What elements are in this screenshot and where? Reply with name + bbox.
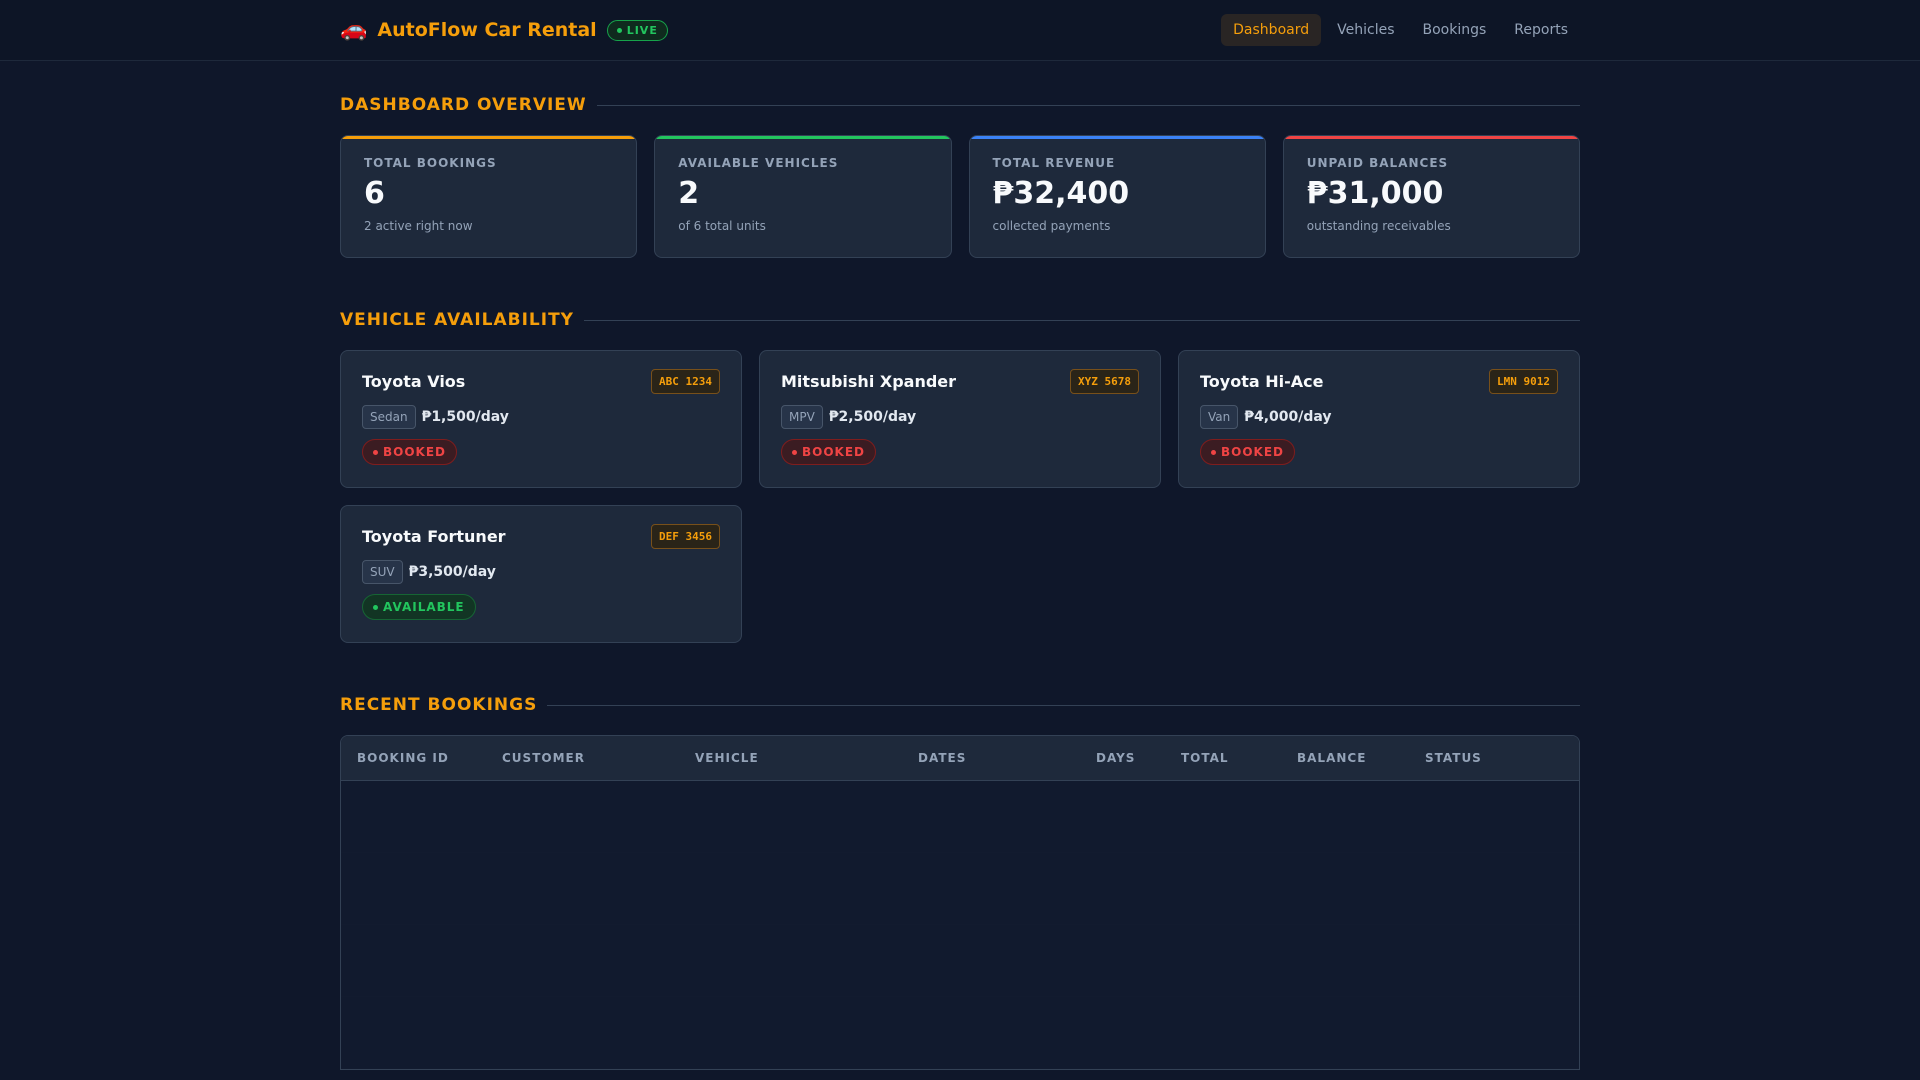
bookings-table: BOOKING ID CUSTOMER VEHICLE DATES DAYS T… [340, 735, 1580, 1070]
stat-value: 2 [678, 176, 700, 211]
status-label: BOOKED [802, 445, 866, 459]
table-row[interactable] [341, 997, 1579, 1069]
section-title: RECENT BOOKINGS [340, 695, 538, 715]
section-title: VEHICLE AVAILABILITY [340, 310, 574, 330]
nav-bookings[interactable]: Bookings [1411, 14, 1499, 46]
status-label: BOOKED [1221, 445, 1285, 459]
plate-badge: DEF 3456 [651, 524, 720, 549]
brand[interactable]: 🚗 AutoFlow Car Rental LIVE [340, 19, 668, 41]
plate-badge: ABC 1234 [651, 369, 720, 394]
stat-card-unpaid-balances: UNPAID BALANCES ₱31,000 outstanding rece… [1282, 135, 1580, 258]
status-badge: AVAILABLE [362, 594, 476, 620]
status-label: AVAILABLE [383, 600, 465, 614]
stat-subtext: of 6 total units [678, 219, 766, 233]
stat-card-total-bookings: TOTAL BOOKINGS 6 2 active right now [340, 135, 638, 258]
overview-section-header: DASHBOARD OVERVIEW [340, 95, 1580, 115]
car-icon: 🚗 [340, 17, 368, 42]
stat-subtext: outstanding receivables [1306, 219, 1451, 233]
section-divider [596, 104, 1580, 106]
live-badge: LIVE [606, 19, 668, 41]
live-dot-icon [616, 27, 622, 33]
vehicle-card-toyota-hi-ace[interactable]: Toyota Hi-Ace LMN 9012 Van ₱4,000/day BO… [1178, 350, 1580, 488]
status-badge: BOOKED [362, 439, 458, 465]
status-dot-icon [792, 449, 797, 455]
stat-subtext: 2 active right now [364, 219, 473, 233]
column-header-days[interactable]: DAYS [1080, 751, 1165, 765]
plate-badge: LMN 9012 [1489, 369, 1558, 394]
main-content: DASHBOARD OVERVIEW TOTAL BOOKINGS 6 2 ac… [340, 95, 1580, 1070]
stat-value: 6 [364, 176, 385, 211]
vehicle-type-tag: MPV [781, 405, 823, 429]
vehicle-price: ₱4,000/day [1244, 409, 1332, 425]
vehicle-grid: Toyota Vios ABC 1234 Sedan ₱1,500/day BO… [340, 350, 1580, 643]
table-row[interactable] [341, 925, 1579, 997]
stat-card-total-revenue: TOTAL REVENUE ₱32,400 collected payments [968, 135, 1266, 258]
vehicle-card-toyota-fortuner[interactable]: Toyota Fortuner DEF 3456 SUV ₱3,500/day … [340, 505, 742, 643]
status-badge: BOOKED [781, 439, 877, 465]
column-header-vehicle[interactable]: VEHICLE [679, 751, 902, 765]
vehicle-card-mitsubishi-xpander[interactable]: Mitsubishi Xpander XYZ 5678 MPV ₱2,500/d… [759, 350, 1161, 488]
column-header-total[interactable]: TOTAL [1165, 751, 1281, 765]
live-label: LIVE [626, 23, 658, 37]
vehicle-name: Toyota Fortuner [362, 527, 506, 546]
vehicle-price: ₱3,500/day [408, 564, 496, 580]
stat-value: ₱31,000 [1306, 176, 1444, 211]
nav-reports[interactable]: Reports [1502, 14, 1580, 46]
column-header-status[interactable]: STATUS [1409, 751, 1579, 765]
stat-label: TOTAL REVENUE [992, 156, 1116, 170]
section-title: DASHBOARD OVERVIEW [340, 95, 587, 115]
stats-grid: TOTAL BOOKINGS 6 2 active right now AVAI… [340, 135, 1580, 258]
column-header-balance[interactable]: BALANCE [1281, 751, 1409, 765]
section-divider [547, 704, 1580, 706]
column-header-dates[interactable]: DATES [902, 751, 1080, 765]
table-row[interactable] [341, 853, 1579, 925]
stat-label: UNPAID BALANCES [1306, 156, 1449, 170]
plate-badge: XYZ 5678 [1070, 369, 1139, 394]
table-header: BOOKING ID CUSTOMER VEHICLE DATES DAYS T… [341, 736, 1579, 781]
status-dot-icon [373, 449, 378, 455]
availability-section-header: VEHICLE AVAILABILITY [340, 310, 1580, 330]
stat-subtext: collected payments [992, 219, 1111, 233]
nav-vehicles[interactable]: Vehicles [1325, 14, 1406, 46]
table-row[interactable] [341, 781, 1579, 853]
vehicle-type-tag: Sedan [362, 405, 416, 429]
vehicle-name: Toyota Hi-Ace [1200, 372, 1324, 391]
status-label: BOOKED [383, 445, 447, 459]
vehicle-card-toyota-vios[interactable]: Toyota Vios ABC 1234 Sedan ₱1,500/day BO… [340, 350, 742, 488]
column-header-booking-id[interactable]: BOOKING ID [341, 751, 486, 765]
vehicle-price: ₱1,500/day [421, 409, 509, 425]
vehicle-type-tag: Van [1200, 405, 1239, 429]
status-badge: BOOKED [1200, 439, 1296, 465]
bookings-section-header: RECENT BOOKINGS [340, 695, 1580, 715]
column-header-customer[interactable]: CUSTOMER [486, 751, 679, 765]
status-dot-icon [373, 604, 378, 610]
main-nav: Dashboard Vehicles Bookings Reports [1221, 14, 1580, 46]
vehicle-type-tag: SUV [362, 560, 403, 584]
top-bar: 🚗 AutoFlow Car Rental LIVE Dashboard Veh… [0, 0, 1920, 61]
stat-label: TOTAL BOOKINGS [364, 156, 497, 170]
vehicle-name: Mitsubishi Xpander [781, 372, 957, 391]
status-dot-icon [1211, 449, 1216, 455]
vehicle-price: ₱2,500/day [828, 409, 917, 425]
section-divider [584, 319, 1580, 321]
stat-card-available-vehicles: AVAILABLE VEHICLES 2 of 6 total units [654, 135, 952, 258]
vehicle-name: Toyota Vios [362, 372, 466, 391]
stat-label: AVAILABLE VEHICLES [678, 156, 839, 170]
stat-value: ₱32,400 [992, 176, 1130, 211]
nav-dashboard[interactable]: Dashboard [1221, 14, 1322, 46]
app-title: AutoFlow Car Rental [377, 19, 597, 41]
